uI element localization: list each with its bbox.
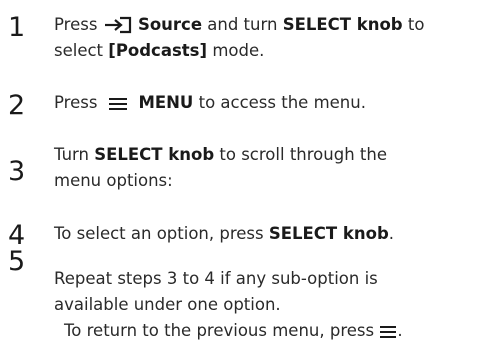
select-knob-label: SELECT knob (94, 145, 215, 164)
step-text-line-3: To return to the previous menu, press (64, 321, 375, 340)
step-text-press: Press (54, 93, 98, 112)
step-text-select: select (54, 41, 104, 60)
podcasts-label: [Podcasts] (108, 41, 208, 60)
step-text-mode: mode. (212, 41, 265, 60)
step-text-line-2: available under one option. (54, 295, 281, 314)
step-number: 4 (8, 220, 26, 251)
source-input-icon (103, 16, 133, 34)
select-knob-label: SELECT knob (282, 15, 403, 34)
source-label: Source (137, 15, 203, 34)
menu-label: MENU (138, 93, 194, 112)
step-text-and-turn: and turn (207, 15, 278, 34)
step-text-line-1: Repeat steps 3 to 4 if any sub-option is (54, 269, 378, 288)
step-text-rest: to scroll through the (219, 145, 387, 164)
step-text-rest-2: menu options: (54, 171, 173, 190)
step-text-pre: To select an option, press (54, 224, 264, 243)
step-text: Turn SELECT knob to scroll through the m… (54, 142, 500, 194)
step-text-turn: Turn (54, 145, 89, 164)
select-knob-label: SELECT knob (268, 224, 389, 243)
step-text: To select an option, press SELECT knob. (54, 221, 500, 247)
menu-icon (379, 324, 397, 340)
step-text-rest: to access the menu. (198, 93, 366, 112)
step-text-dot: . (397, 321, 403, 340)
step-text-to: to (407, 15, 425, 34)
menu-icon (108, 96, 128, 112)
step-text-dot: . (388, 224, 395, 243)
step-text: Repeat steps 3 to 4 if any sub-option is… (54, 266, 500, 344)
step-number: 5 (8, 246, 26, 277)
step-number: 1 (8, 12, 26, 43)
step-number: 2 (8, 90, 26, 121)
step-text: Press MENU to access the menu. (54, 90, 500, 116)
step-text: Press Source and turn SELECT knob to sel… (54, 12, 500, 64)
step-text-press: Press (54, 15, 98, 34)
step-number: 3 (8, 156, 26, 187)
